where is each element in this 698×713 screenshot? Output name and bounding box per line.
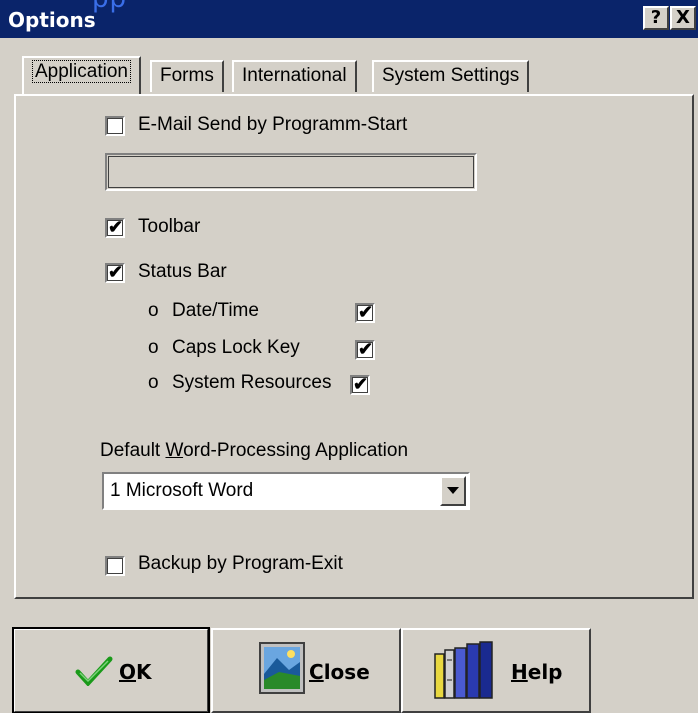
close-label: Close (309, 660, 370, 684)
date-time-checkbox[interactable]: ✔ (355, 302, 375, 323)
tab-label: Application (32, 60, 131, 83)
chevron-down-icon (447, 487, 459, 494)
date-time-label: Date/Time (172, 300, 259, 321)
system-resources-checkbox[interactable]: ✔ (350, 374, 370, 395)
landscape-picture-icon (259, 642, 305, 694)
status-bar-checkbox[interactable]: ✔ (105, 262, 125, 283)
title-bar: pp Options ? X (0, 0, 698, 38)
backup-label: Backup by Program-Exit (138, 553, 343, 574)
bullet: o (148, 372, 159, 393)
caps-lock-label: Caps Lock Key (172, 337, 300, 358)
caps-lock-checkbox[interactable]: ✔ (355, 339, 375, 360)
toolbar-checkbox[interactable]: ✔ (105, 217, 125, 238)
tab-application[interactable]: Application (22, 56, 141, 94)
bullet: o (148, 300, 159, 321)
green-checkmark-icon (75, 656, 113, 686)
tab-label: Forms (160, 65, 214, 86)
help-title-button[interactable]: ? (643, 6, 669, 30)
select-value: 1 Microsoft Word (110, 480, 254, 501)
close-icon: X (676, 7, 690, 28)
system-resources-label: System Resources (172, 372, 332, 393)
books-icon (434, 641, 493, 699)
toolbar-label: Toolbar (138, 216, 201, 237)
help-label: Help (511, 660, 563, 684)
check-icon: ✔ (358, 339, 374, 359)
check-icon: ✔ (353, 374, 369, 394)
bullet: o (148, 337, 159, 358)
email-input[interactable] (107, 155, 475, 189)
dropdown-button[interactable] (440, 476, 466, 506)
email-field[interactable] (105, 153, 477, 191)
ok-button[interactable]: OK (12, 627, 210, 713)
email-send-label: E-Mail Send by Programm-Start (138, 114, 408, 135)
tab-label: System Settings (382, 65, 520, 86)
tab-label: International (242, 65, 347, 86)
help-button[interactable]: Help (401, 628, 591, 713)
check-icon: ✔ (108, 217, 124, 237)
word-processing-label: Default Word-Processing Application (100, 440, 409, 461)
email-send-checkbox[interactable] (105, 116, 125, 136)
close-button[interactable]: Close (211, 628, 401, 713)
tab-forms[interactable]: Forms (150, 60, 224, 92)
title-overflow-text: pp (92, 0, 127, 14)
check-icon: ✔ (358, 302, 374, 322)
backup-checkbox[interactable] (105, 556, 125, 576)
ok-label: OK (119, 660, 152, 684)
window-title: Options (8, 8, 96, 32)
tab-international[interactable]: International (232, 60, 357, 92)
help-icon: ? (650, 7, 662, 28)
status-bar-label: Status Bar (138, 261, 227, 282)
word-processing-select[interactable]: 1 Microsoft Word (102, 472, 470, 510)
check-icon: ✔ (108, 262, 124, 282)
close-title-button[interactable]: X (670, 6, 696, 30)
tab-system-settings[interactable]: System Settings (372, 60, 530, 92)
